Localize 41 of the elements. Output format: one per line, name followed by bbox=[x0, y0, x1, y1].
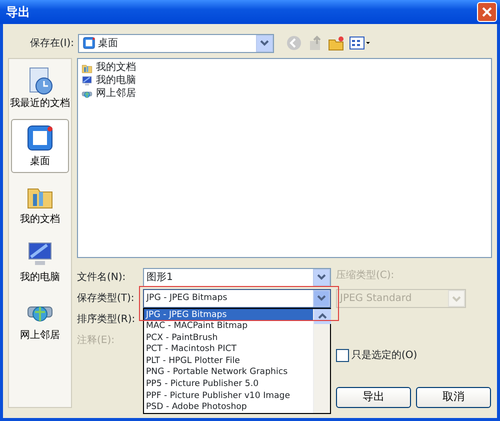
scroll-up-button[interactable] bbox=[314, 308, 331, 324]
window-title: 导出 bbox=[6, 4, 30, 21]
new-folder-icon[interactable] bbox=[328, 35, 344, 51]
file-item[interactable]: 我的电脑 bbox=[81, 74, 488, 87]
list-option[interactable]: PSD - Adobe Photoshop bbox=[144, 401, 313, 413]
file-item[interactable]: 我的文档 bbox=[81, 61, 488, 74]
chevron-up-icon bbox=[318, 313, 327, 319]
field-label: 注释(E): bbox=[77, 334, 116, 348]
list-option[interactable]: PCT - Macintosh PICT bbox=[144, 343, 313, 355]
desktop-icon bbox=[25, 123, 55, 153]
file-type-dropdown[interactable]: JPG - JPEG Bitmaps bbox=[143, 288, 331, 308]
place-item[interactable]: 我最近的文档 bbox=[11, 61, 69, 115]
checkbox[interactable] bbox=[336, 349, 349, 362]
checkbox-label: 只是选定的(O) bbox=[352, 348, 418, 363]
monitor-icon bbox=[81, 74, 93, 86]
field-label: 保存类型(T): bbox=[77, 292, 136, 306]
list-option[interactable]: JPG - JPEG Bitmaps bbox=[144, 308, 313, 320]
file-item[interactable]: 网上邻居 bbox=[81, 87, 488, 100]
close-icon bbox=[482, 7, 492, 17]
place-item[interactable]: 我的电脑 bbox=[11, 235, 69, 289]
list-option[interactable]: PNG - Portable Network Graphics bbox=[144, 366, 313, 378]
cancel-button[interactable]: 取消 bbox=[416, 387, 491, 408]
list-option[interactable]: PP5 - Picture Publisher 5.0 bbox=[144, 378, 313, 390]
list-option[interactable]: PCX - PaintBrush bbox=[144, 332, 313, 344]
view-menu-icon[interactable] bbox=[349, 35, 371, 51]
field-label: 压缩类型(C): bbox=[336, 268, 396, 283]
file-name-field[interactable]: 图形1 bbox=[143, 268, 331, 286]
place-item[interactable]: 网上邻居 bbox=[11, 293, 69, 347]
list-option[interactable]: MAC - MACPaint Bitmap bbox=[144, 320, 313, 332]
field-label: 排序类型(R): bbox=[77, 312, 136, 326]
location-value: 桌面 bbox=[98, 36, 118, 50]
place-item[interactable]: 桌面 bbox=[11, 119, 69, 173]
close-button[interactable] bbox=[477, 2, 497, 22]
list-option[interactable]: PPF - Picture Publisher v10 Image bbox=[144, 390, 313, 402]
location-dropdown[interactable]: 桌面 bbox=[78, 34, 274, 52]
place-item[interactable]: 我的文档 bbox=[11, 177, 69, 231]
desktop-icon bbox=[82, 36, 96, 50]
list-option[interactable]: PLT - HPGL Plotter File bbox=[144, 354, 313, 366]
save-in-label: 保存在(I): bbox=[28, 36, 75, 50]
export-button[interactable]: 导出 bbox=[336, 387, 411, 408]
field-label: 文件名(N): bbox=[77, 270, 127, 284]
